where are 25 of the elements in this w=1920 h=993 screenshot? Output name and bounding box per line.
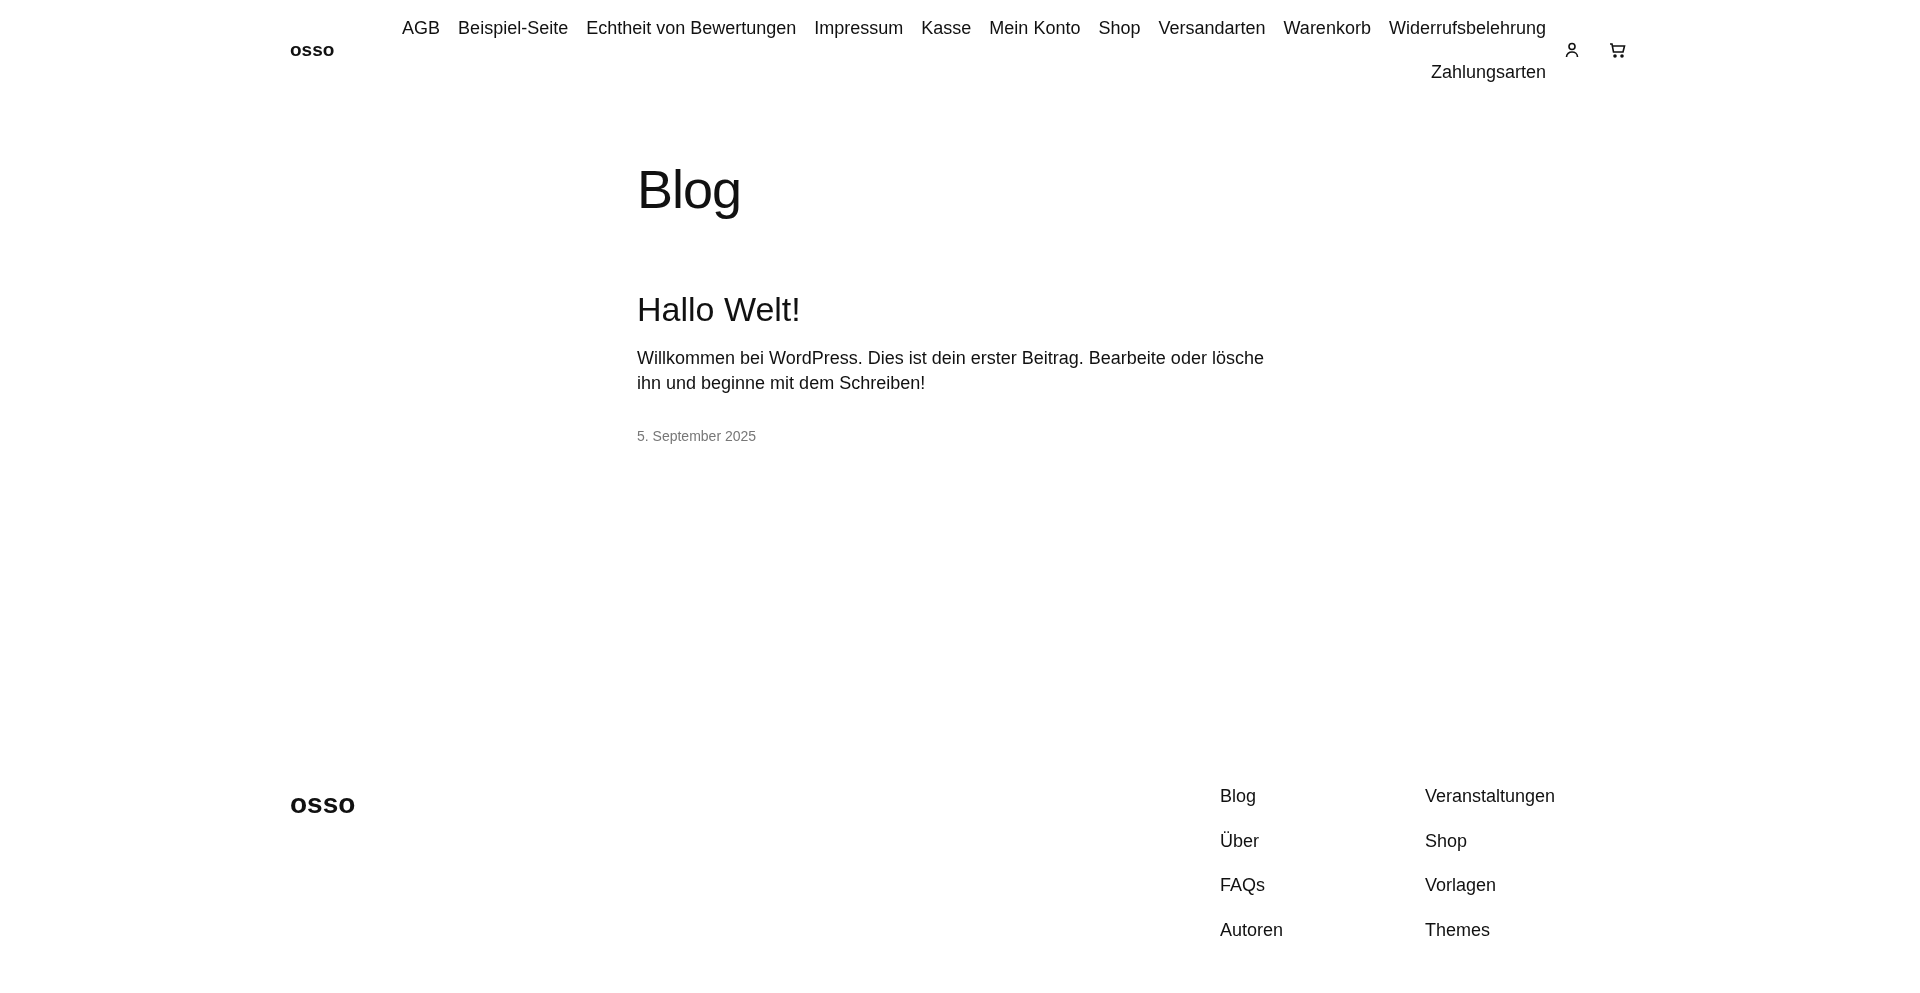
page-title: Blog xyxy=(637,160,743,220)
footer-link[interactable]: Themes xyxy=(1425,907,1630,952)
footer-link[interactable]: Vorlagen xyxy=(1425,863,1630,908)
nav-link[interactable]: Mein Konto xyxy=(989,6,1081,50)
nav-link[interactable]: Warenkorb xyxy=(1283,6,1371,50)
nav-link[interactable]: Zahlungsarten xyxy=(1430,50,1546,94)
footer-link[interactable]: Autoren xyxy=(1220,907,1425,952)
nav-link[interactable]: Shop xyxy=(1098,6,1141,50)
nav-link[interactable]: Kasse xyxy=(921,6,972,50)
nav-link[interactable]: Echtheit von Bewertungen xyxy=(586,6,797,50)
nav-link[interactable]: Widerrufsbelehrung xyxy=(1388,6,1546,50)
nav-link[interactable]: Beispiel-Seite xyxy=(458,6,569,50)
site-logo[interactable]: osso xyxy=(290,39,335,61)
nav-link[interactable]: Impressum xyxy=(814,6,904,50)
nav-link[interactable]: Versandarten xyxy=(1158,6,1266,50)
post-title[interactable]: Hallo Welt! xyxy=(637,289,1287,331)
post-date: 5. September 2025 xyxy=(637,428,758,445)
nav-link[interactable]: AGB xyxy=(402,6,441,50)
footer-link[interactable]: Über xyxy=(1220,818,1425,863)
footer-link[interactable]: Blog xyxy=(1220,774,1425,819)
footer-link[interactable]: FAQs xyxy=(1220,863,1425,908)
footer-link[interactable]: Shop xyxy=(1425,818,1630,863)
footer-link[interactable]: Veranstaltungen xyxy=(1425,774,1630,819)
footer-logo[interactable]: osso xyxy=(290,788,356,820)
post-excerpt: Willkommen bei WordPress. Dies ist dein erster Beitrag. Bearbeite oder lösche ihn und beginne mit dem Schreiben! xyxy=(637,347,1265,396)
